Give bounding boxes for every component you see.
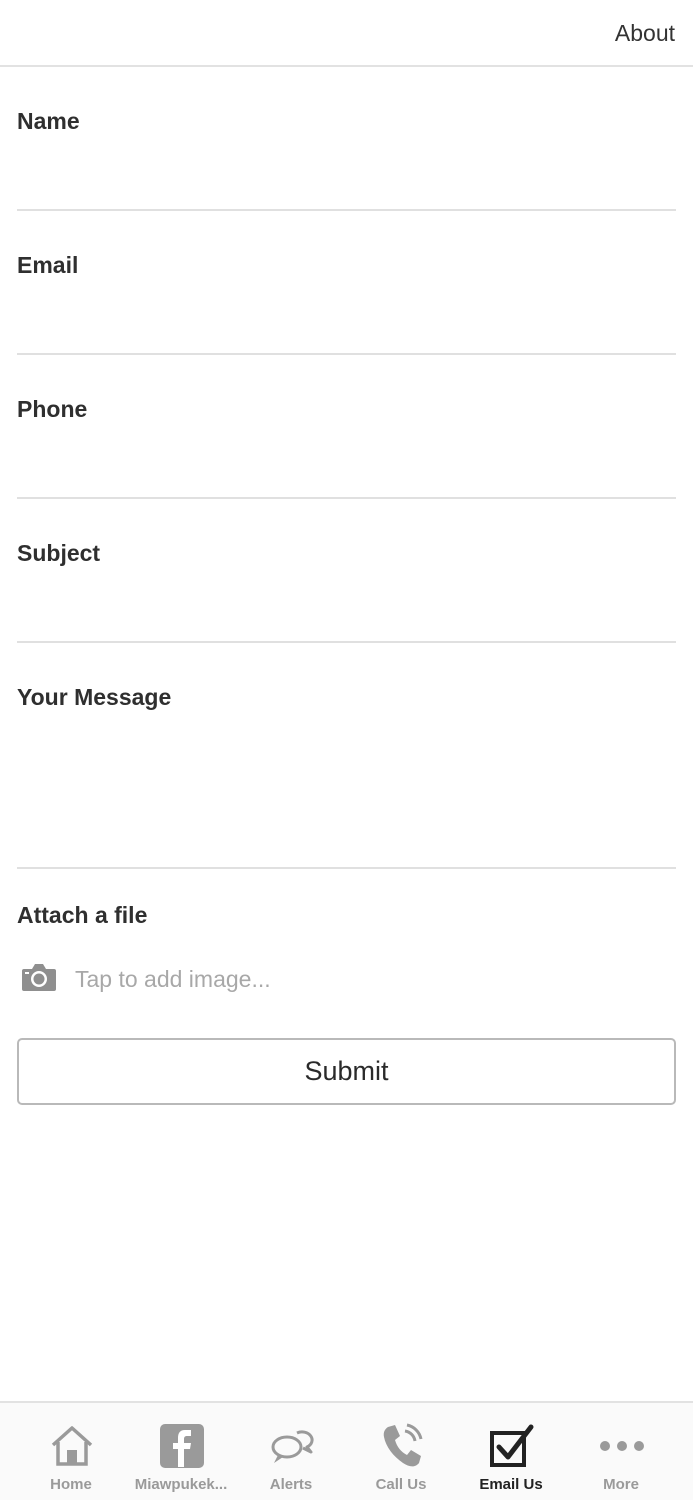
camera-icon <box>22 964 56 991</box>
email-field: Email <box>17 244 676 355</box>
attach-label: Attach a file <box>17 902 148 928</box>
tab-more-label: More <box>603 1476 639 1493</box>
about-link[interactable]: About <box>615 20 675 47</box>
message-label: Your Message <box>17 684 172 710</box>
subject-label: Subject <box>17 540 101 566</box>
tab-call-us[interactable]: Call Us <box>346 1403 456 1500</box>
facebook-icon <box>160 1424 204 1468</box>
attach-image-button[interactable]: Tap to add image... <box>17 958 676 1002</box>
tab-facebook[interactable]: Miawpukek... <box>126 1403 236 1500</box>
tab-call-us-label: Call Us <box>375 1476 427 1493</box>
name-input[interactable] <box>17 152 676 196</box>
checkbox-icon <box>490 1424 534 1467</box>
more-dots-icon <box>600 1441 644 1451</box>
subject-input[interactable] <box>17 584 676 628</box>
phone-label: Phone <box>17 396 88 422</box>
tab-email-us[interactable]: Email Us <box>456 1403 566 1500</box>
subject-field: Subject <box>17 532 676 643</box>
tab-home-label: Home <box>50 1476 92 1493</box>
message-input[interactable] <box>17 726 676 856</box>
submit-button[interactable]: Submit <box>17 1038 676 1105</box>
tab-alerts-label: Alerts <box>269 1476 313 1493</box>
chat-bubbles-icon <box>271 1430 314 1463</box>
email-label: Email <box>17 252 79 278</box>
tab-facebook-label: Miawpukek... <box>134 1476 228 1493</box>
tab-more[interactable]: More <box>566 1403 676 1500</box>
message-field: Your Message <box>17 676 676 869</box>
email-input[interactable] <box>17 296 676 340</box>
home-icon <box>51 1426 93 1466</box>
phone-field: Phone <box>17 388 676 499</box>
attach-hint-text: Tap to add image... <box>75 966 271 992</box>
bottom-tab-bar: Home Miawpukek... Alerts Call Us Email U… <box>0 1401 693 1500</box>
name-label: Name <box>17 108 80 134</box>
top-bar: About <box>0 0 693 67</box>
phone-icon <box>383 1423 423 1467</box>
tab-alerts[interactable]: Alerts <box>236 1403 346 1500</box>
name-field: Name <box>17 100 676 211</box>
phone-input[interactable] <box>17 440 676 484</box>
tab-email-us-label: Email Us <box>479 1476 543 1493</box>
tab-home[interactable]: Home <box>16 1403 126 1500</box>
